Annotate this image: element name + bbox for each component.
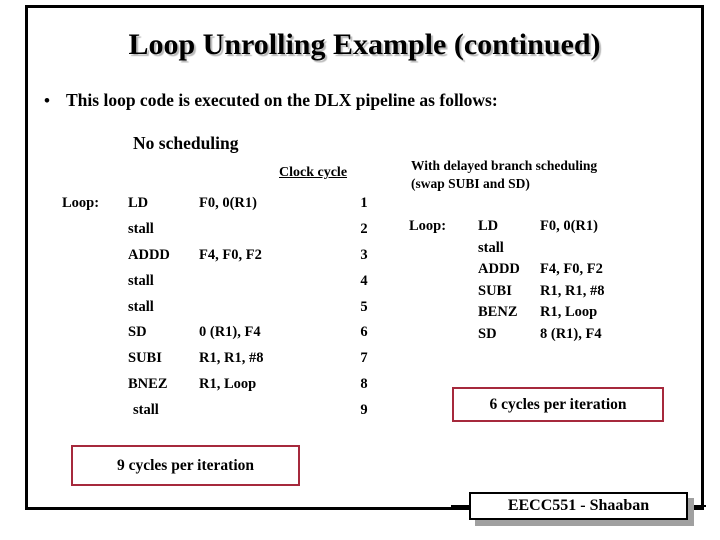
row-operands: [199, 268, 344, 294]
row-opcode: ADDD: [128, 246, 170, 263]
table-row: ADDD F4, F0, F2 3: [62, 243, 384, 269]
row-opcode: BENZ: [478, 304, 518, 321]
row-label: [409, 259, 478, 281]
badge-label: EECC551 - Shaaban: [469, 492, 688, 520]
row-label: [409, 281, 478, 303]
row-label: [409, 238, 478, 260]
table-row: ADDD F4, F0, F2: [409, 259, 670, 281]
row-operands: [540, 238, 670, 260]
row-opcode: stall: [133, 401, 159, 418]
course-footer-badge: EECC551 - Shaaban: [451, 492, 706, 526]
delayed-branch-heading-line1: With delayed branch scheduling: [411, 158, 598, 173]
row-label: [62, 217, 128, 243]
table-row: Loop: LD F0, 0(R1) 1: [62, 191, 384, 217]
row-label: Loop:: [409, 218, 447, 235]
delayed-branch-heading: With delayed branch scheduling (swap SUB…: [411, 157, 676, 193]
bullet-line: • This loop code is executed on the DLX p…: [44, 88, 694, 113]
row-label: Loop:: [62, 195, 100, 212]
row-operands: F0, 0(R1): [199, 195, 257, 212]
row-operands: R1, Loop: [199, 375, 257, 392]
row-operands: [199, 217, 344, 243]
table-row: stall 4: [62, 268, 384, 294]
row-operands: R1, Loop: [540, 304, 598, 321]
row-operands: [199, 397, 344, 423]
table-row: SD 8 (R1), F4: [409, 324, 670, 346]
row-label: [409, 302, 478, 324]
row-operands: F0, 0(R1): [540, 218, 598, 235]
row-opcode: stall: [128, 272, 154, 289]
row-operands: F4, F0, F2: [540, 261, 603, 278]
table-row: BENZ R1, Loop: [409, 302, 670, 324]
no-scheduling-heading: No scheduling: [133, 133, 239, 153]
row-label: [62, 346, 128, 372]
row-opcode: BNEZ: [128, 375, 168, 392]
row-label: [62, 320, 128, 346]
row-operands: R1, R1, #8: [540, 282, 605, 299]
delayed-branch-code-table: Loop: LD F0, 0(R1) stall ADDD F4, F0, F2…: [409, 216, 670, 345]
row-opcode: LD: [128, 195, 149, 212]
table-row: SUBI R1, R1, #8: [409, 281, 670, 303]
table-row: stall 9: [62, 397, 384, 423]
row-opcode: stall: [478, 239, 504, 256]
row-opcode: SUBI: [478, 282, 512, 299]
row-opcode: LD: [478, 218, 499, 235]
row-opcode: SD: [478, 325, 497, 342]
row-clock-cycle: 2: [360, 221, 368, 238]
row-label: [62, 268, 128, 294]
row-label: [62, 372, 128, 398]
row-clock-cycle: 9: [360, 401, 368, 418]
table-row: SD 0 (R1), F4 6: [62, 320, 384, 346]
row-label: [62, 243, 128, 269]
table-row: stall: [409, 238, 670, 260]
page-title: Loop Unrolling Example (continued): [128, 28, 601, 61]
row-clock-cycle: 4: [360, 272, 368, 289]
table-row: stall 5: [62, 294, 384, 320]
slide-canvas: Loop Unrolling Example (continued) • This…: [0, 0, 720, 540]
row-opcode: SUBI: [128, 350, 162, 367]
table-row: SUBI R1, R1, #8 7: [62, 346, 384, 372]
row-opcode: stall: [128, 298, 154, 315]
six-cycles-callout-box: 6 cycles per iteration: [452, 387, 664, 422]
row-operands: 0 (R1), F4: [199, 324, 261, 341]
nine-cycles-callout-box: 9 cycles per iteration: [71, 445, 300, 486]
row-clock-cycle: 6: [360, 324, 368, 341]
clock-cycle-column-header: Clock cycle: [279, 165, 348, 180]
row-label: [62, 397, 128, 423]
delayed-branch-heading-line2: (swap SUBI and SD): [411, 176, 530, 191]
row-operands: R1, R1, #8: [199, 350, 264, 367]
row-operands: [199, 294, 344, 320]
row-clock-cycle: 3: [360, 246, 368, 263]
no-scheduling-code-table: Loop: LD F0, 0(R1) 1 stall 2 ADDD F4, F0…: [62, 191, 384, 423]
row-operands: F4, F0, F2: [199, 246, 262, 263]
table-row: Loop: LD F0, 0(R1): [409, 216, 670, 238]
row-clock-cycle: 5: [360, 298, 368, 315]
bullet-text: This loop code is executed on the DLX pi…: [66, 90, 498, 110]
row-clock-cycle: 1: [360, 195, 368, 212]
table-row: stall 2: [62, 217, 384, 243]
bullet-marker-icon: •: [44, 91, 50, 110]
row-operands: 8 (R1), F4: [540, 325, 602, 342]
row-opcode: SD: [128, 324, 147, 341]
table-row: BNEZ R1, Loop 8: [62, 372, 384, 398]
badge-connector-left: [451, 505, 469, 507]
row-opcode: stall: [128, 221, 154, 238]
row-opcode: ADDD: [478, 261, 520, 278]
row-clock-cycle: 8: [360, 375, 368, 392]
row-label: [62, 294, 128, 320]
row-clock-cycle: 7: [360, 350, 368, 367]
row-label: [409, 324, 478, 346]
